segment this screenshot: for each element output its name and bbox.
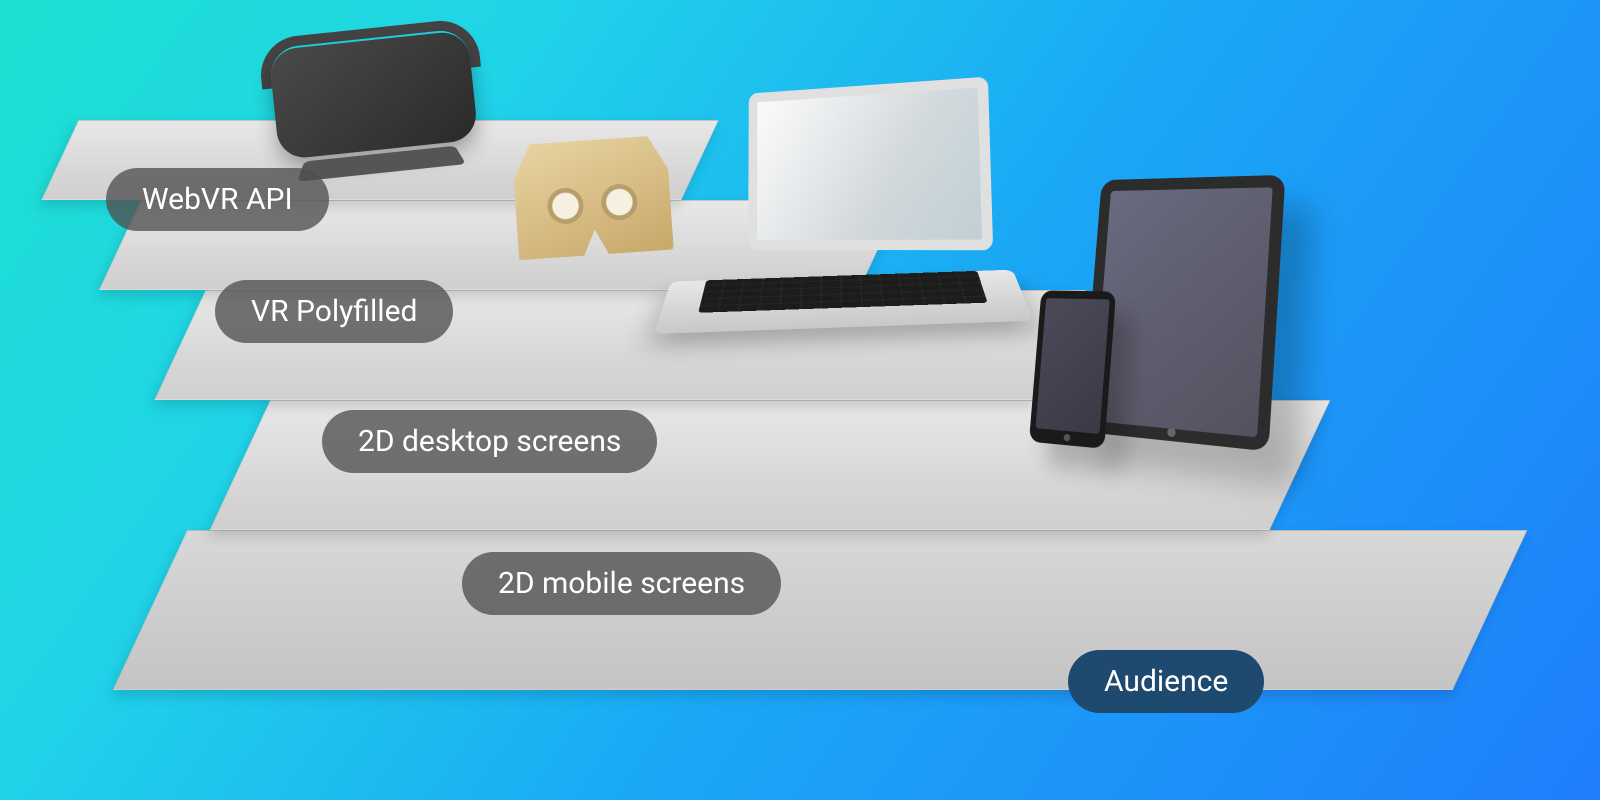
diagram-stage: WebVR API VR Polyfilled 2D desktop scree… [0, 0, 1600, 800]
phone-icon [1029, 290, 1116, 448]
stair-step-5 [113, 530, 1528, 690]
tier-label-2d-desktop: 2D desktop screens [322, 410, 657, 473]
cardboard-vr-icon [511, 135, 674, 261]
tier-label-2d-mobile: 2D mobile screens [462, 552, 781, 615]
laptop-icon [655, 79, 1035, 372]
tier-label-vr-polyfilled: VR Polyfilled [215, 280, 453, 343]
tier-label-webvr-api: WebVR API [106, 168, 329, 231]
audience-label: Audience [1068, 650, 1264, 713]
